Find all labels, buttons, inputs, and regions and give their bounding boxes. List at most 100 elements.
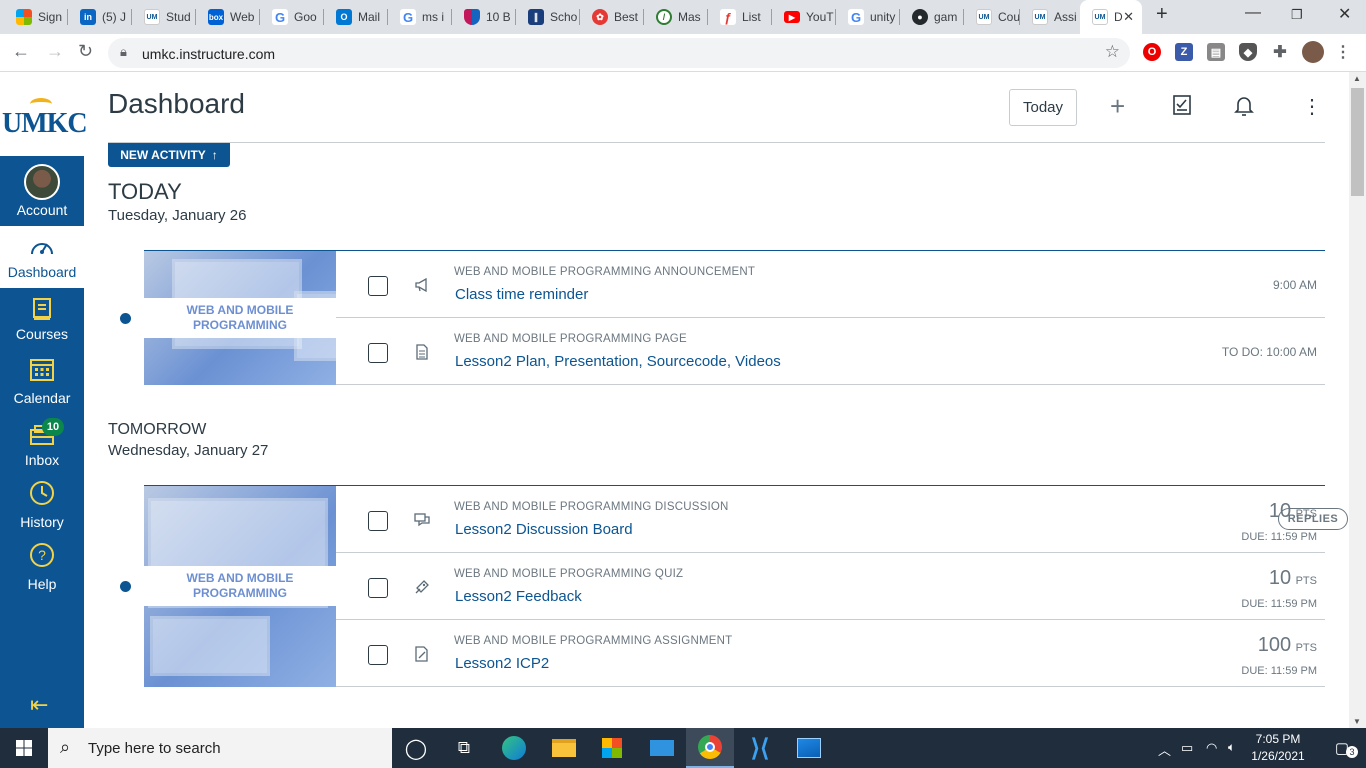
profile-avatar[interactable] [1302,41,1324,63]
windows-taskbar: ⌕ Type here to search ◯ ⧉ ⟩⟨ ︿ ▭ ◠ 🔈︎ 7:… [0,728,1366,768]
browser-tab[interactable]: 10 B [452,0,516,34]
store-icon[interactable] [588,728,636,768]
logo[interactable]: UMKC [0,72,88,156]
close-tab-icon[interactable]: ✕ [1123,9,1134,25]
back-icon[interactable]: ← [12,41,30,62]
browser-tab[interactable]: UM Stud [132,0,196,34]
complete-checkbox[interactable] [368,578,388,598]
taskbar-clock[interactable]: 7:05 PM 1/26/2021 [1248,731,1308,765]
scrollbar-thumb[interactable] [1351,88,1364,196]
browser-tab[interactable]: O Mail [324,0,388,34]
zotero-extension-icon[interactable]: Z [1175,43,1193,61]
nav-dashboard[interactable]: Dashboard [0,226,84,288]
chrome-taskbar-icon[interactable] [686,728,734,768]
item-title-link[interactable]: Class time reminder [455,286,588,303]
item-title-link[interactable]: Lesson2 Plan, Presentation, Sourcecode, … [455,353,781,370]
tray-overflow-icon[interactable]: ︿ [1158,740,1171,759]
volume-icon[interactable]: 🔈︎ [1228,740,1235,755]
battery-icon[interactable]: ▭ [1181,740,1193,756]
item-type: WEB AND MOBILE PROGRAMMING DISCUSSION [454,501,729,513]
star-icon[interactable]: ☆ [1105,42,1120,62]
complete-checkbox[interactable] [368,343,388,363]
edge-icon[interactable] [490,728,538,768]
browser-tab[interactable]: Gunity [836,0,900,34]
planner-item[interactable]: WEB AND MOBILE PROGRAMMING DISCUSSION Le… [336,486,1348,553]
item-title-link[interactable]: Lesson2 Discussion Board [455,521,633,538]
address-bar[interactable]: 🔒︎ umkc.instructure.com ☆ [108,38,1130,68]
planner-item[interactable]: WEB AND MOBILE PROGRAMMING ASSIGNMENT Le… [336,620,1325,687]
browser-tab[interactable]: UM Assi [1020,0,1080,34]
course-thumbnail[interactable]: WEB AND MOBILE PROGRAMMING [144,486,336,687]
browser-tab[interactable]: ƒ List [708,0,772,34]
browser-tab[interactable]: box Web [196,0,260,34]
opera-extension-icon[interactable]: O [1143,43,1161,61]
collapse-nav-icon[interactable]: ⇤ [30,692,48,718]
nav-history[interactable]: History [0,474,84,536]
item-title-link[interactable]: Lesson2 ICP2 [455,655,549,672]
scroll-down-icon[interactable]: ▼ [1353,717,1361,726]
item-title-link[interactable]: Lesson2 Feedback [455,588,582,605]
course-thumbnail[interactable]: WEB AND MOBILE PROGRAMMING [144,251,336,385]
browser-tab-active[interactable]: UM D ✕ [1080,0,1142,34]
assignment-icon [412,644,432,664]
google-icon: G [272,9,288,25]
photos-icon[interactable] [785,728,833,768]
more-options-icon[interactable]: ⋮ [1302,94,1322,119]
nav-account[interactable]: Account [0,156,84,226]
new-tab-button[interactable]: + [1156,3,1168,26]
reload-icon[interactable]: ↻ [78,41,93,62]
extension-icon[interactable]: ▤ [1207,43,1225,61]
file-explorer-icon[interactable] [540,728,588,768]
taskbar-search-box[interactable]: ⌕ Type here to search [48,728,392,768]
browser-tab[interactable]: ✿ Best [580,0,644,34]
browser-tab[interactable]: in (5) J [68,0,132,34]
cortana-icon[interactable]: ◯ [392,728,440,768]
minimize-button[interactable]: — [1245,4,1261,22]
umkc-icon: UM [1092,9,1108,25]
windows-start-icon[interactable] [0,728,48,768]
today-button[interactable]: Today [1009,89,1077,126]
nav-help[interactable]: ? Help [0,536,84,598]
complete-checkbox[interactable] [368,511,388,531]
svg-text:?: ? [38,547,46,563]
nav-courses[interactable]: Courses [0,288,84,350]
browser-tab[interactable]: Gms i [388,0,452,34]
mail-icon[interactable] [638,728,686,768]
grades-icon[interactable] [1172,94,1192,122]
browser-tab[interactable]: Sign [4,0,68,34]
planner-item[interactable]: WEB AND MOBILE PROGRAMMING PAGE Lesson2 … [336,318,1325,385]
course-group: WEB AND MOBILE PROGRAMMING WEB AND MOBIL… [144,250,1325,385]
browser-tab[interactable]: ▶ YouT [772,0,836,34]
shield-extension-icon[interactable]: ◆ [1239,43,1257,61]
inbox-unread-badge: 10 [42,418,64,436]
outlook-icon: O [336,9,352,25]
planner-item[interactable]: WEB AND MOBILE PROGRAMMING ANNOUNCEMENT … [336,251,1325,318]
forward-icon[interactable]: → [46,41,64,62]
notification-bell-icon[interactable] [1233,94,1255,122]
browser-tab[interactable]: / Mas [644,0,708,34]
vscode-icon[interactable]: ⟩⟨ [736,728,784,768]
menu-icon[interactable]: ⋮ [1334,43,1352,61]
item-due: DUE: 11:59 PM [1241,598,1317,610]
restore-button[interactable]: ❐ [1291,7,1303,23]
umkc-icon: UM [976,9,992,25]
puzzle-icon[interactable]: ✚ [1271,43,1289,61]
browser-tab[interactable]: G Goo [260,0,324,34]
add-todo-icon[interactable]: + [1110,91,1125,122]
notifications-icon[interactable]: ▢ 3 [1318,728,1366,768]
nav-inbox[interactable]: 10 Inbox [0,412,84,474]
complete-checkbox[interactable] [368,276,388,296]
avatar [24,164,60,200]
new-activity-button[interactable]: NEW ACTIVITY ↑ [108,143,230,167]
close-window-button[interactable]: ✕ [1338,4,1351,24]
history-icon [29,480,55,506]
browser-tab[interactable]: ● gam [900,0,964,34]
planner-item[interactable]: WEB AND MOBILE PROGRAMMING QUIZ Lesson2 … [336,553,1325,620]
nav-calendar[interactable]: Calendar [0,350,84,412]
scroll-up-icon[interactable]: ▲ [1353,74,1361,83]
complete-checkbox[interactable] [368,645,388,665]
browser-tab[interactable]: UM Cou [964,0,1020,34]
wifi-icon[interactable]: ◠ [1206,740,1217,756]
browser-tab[interactable]: ∥ Scho [516,0,580,34]
task-view-icon[interactable]: ⧉ [440,728,488,768]
